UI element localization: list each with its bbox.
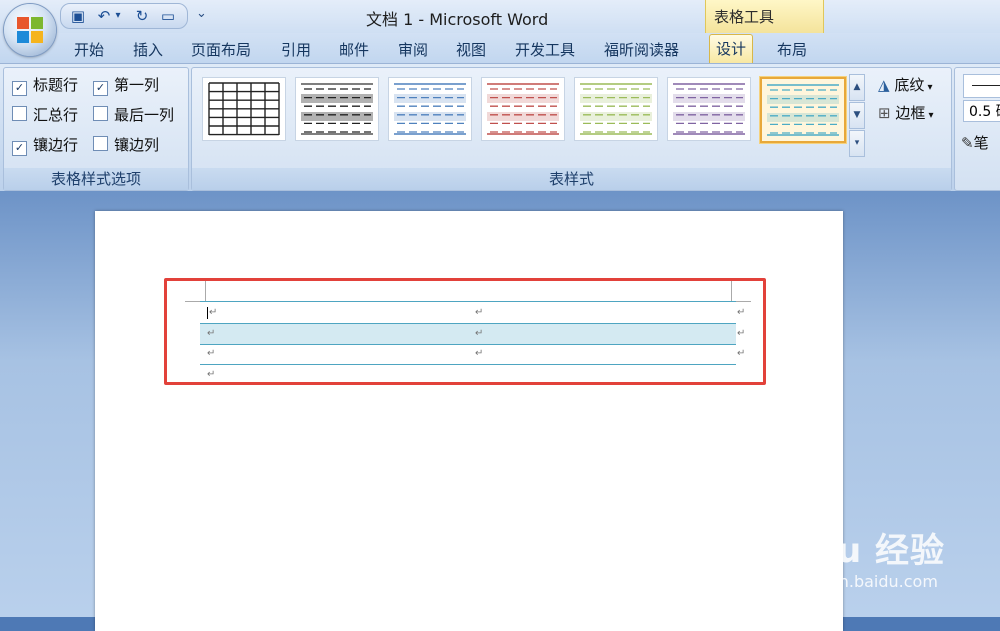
tab-review[interactable]: 审阅 xyxy=(398,38,428,62)
checkbox-checked-icon: ✓ xyxy=(93,81,108,96)
pen-color-button[interactable]: ✎笔 xyxy=(961,132,989,153)
total-row-checkbox[interactable]: 汇总行 xyxy=(12,105,78,125)
checkbox-unchecked-icon xyxy=(12,106,27,121)
table-style-swatch[interactable] xyxy=(295,77,379,141)
tab-mailings[interactable]: 邮件 xyxy=(339,38,369,62)
context-group-label: 表格工具 xyxy=(714,8,775,26)
checkbox-unchecked-icon xyxy=(93,106,108,121)
tab-foxit-reader[interactable]: 福昕阅读器 xyxy=(604,38,679,62)
tab-view[interactable]: 视图 xyxy=(456,38,486,62)
gallery-scroll: ▲ ▼ ▾ xyxy=(849,74,865,157)
line-style-dropdown[interactable] xyxy=(963,74,1000,98)
highlight-box xyxy=(164,278,766,385)
banded-columns-checkbox[interactable]: 镶边列 xyxy=(93,135,159,155)
table-style-swatch[interactable] xyxy=(667,77,751,141)
ribbon-tab-bar: 开始 插入 页面布局 引用 邮件 审阅 视图 开发工具 福昕阅读器 设计 布局 xyxy=(0,33,1000,65)
gallery-down-icon[interactable]: ▼ xyxy=(849,102,865,129)
table-style-preview xyxy=(767,84,839,136)
table-style-options-group: ✓ 标题行 ✓ 第一列 汇总行 最后一列 ✓ 镶边行 镶边列 表格样式选项 xyxy=(3,67,189,191)
line-weight-dropdown[interactable]: 0.5 磅 xyxy=(963,100,1000,122)
print-preview-icon[interactable]: ▭ xyxy=(159,7,177,25)
quick-access-toolbar: ▣ ↶ ▾ ↻ ▭ xyxy=(60,3,188,29)
checkbox-label: 第一列 xyxy=(114,76,160,94)
baidu-watermark: Bai du 经验 jingyan.baidu.com xyxy=(735,523,945,591)
window-title: 文档 1 - Microsoft Word xyxy=(366,10,549,29)
checkbox-label: 镶边列 xyxy=(114,136,160,154)
group-label: 表样式 xyxy=(192,168,951,190)
banded-rows-checkbox[interactable]: ✓ 镶边行 xyxy=(12,135,79,156)
document-area: ↵ ↵ ↵ ↵ ↵ ↵ ↵ ↵ ↵ ↵ Bai du 经验 jingyan.ba… xyxy=(0,191,1000,631)
gallery-up-icon[interactable]: ▲ xyxy=(849,74,865,101)
tab-layout[interactable]: 布局 xyxy=(777,38,807,62)
checkbox-unchecked-icon xyxy=(93,136,108,151)
tab-home[interactable]: 开始 xyxy=(74,38,104,62)
table-style-swatch[interactable] xyxy=(574,77,658,141)
watermark-url: jingyan.baidu.com xyxy=(790,572,938,591)
group-label: 表格样式选项 xyxy=(4,168,188,190)
chevron-down-icon: ▾ xyxy=(925,110,934,121)
tab-design[interactable]: 设计 xyxy=(709,34,754,65)
office-button[interactable] xyxy=(4,4,56,56)
document-page[interactable]: ↵ ↵ ↵ ↵ ↵ ↵ ↵ ↵ ↵ ↵ xyxy=(95,211,843,631)
ribbon: ✓ 标题行 ✓ 第一列 汇总行 最后一列 ✓ 镶边行 镶边列 表格样式选项 ▲ ▼ ▾… xyxy=(0,63,1000,192)
draw-borders-group: 0.5 磅 ✎笔 xyxy=(954,67,1000,191)
context-tab-group: 表格工具 xyxy=(705,0,824,33)
last-column-checkbox[interactable]: 最后一列 xyxy=(93,105,174,125)
gallery-more-icon[interactable]: ▾ xyxy=(849,130,865,157)
shading-label: 底纹 xyxy=(894,76,925,94)
checkbox-label: 标题行 xyxy=(33,76,79,94)
shading-button[interactable]: ◮ 底纹 ▾ xyxy=(878,74,933,95)
undo-icon[interactable]: ↶ xyxy=(95,7,113,25)
pen-label: 笔 xyxy=(973,134,989,152)
table-style-gallery xyxy=(198,73,858,153)
first-column-checkbox[interactable]: ✓ 第一列 xyxy=(93,75,160,96)
table-style-swatch[interactable] xyxy=(388,77,472,141)
tab-insert[interactable]: 插入 xyxy=(133,38,163,62)
borders-icon: ⊞ xyxy=(878,104,891,122)
table-style-preview xyxy=(487,83,559,135)
chevron-down-icon: ▾ xyxy=(924,82,933,93)
table-style-swatch[interactable] xyxy=(202,77,286,141)
tab-references[interactable]: 引用 xyxy=(281,38,311,62)
borders-button[interactable]: ⊞ 边框 ▾ xyxy=(878,102,934,123)
table-style-preview xyxy=(394,83,466,135)
pen-icon: ✎ xyxy=(961,134,974,152)
checkbox-checked-icon: ✓ xyxy=(12,141,27,156)
tab-developer[interactable]: 开发工具 xyxy=(515,38,575,62)
table-style-swatch[interactable] xyxy=(481,77,565,141)
checkbox-checked-icon: ✓ xyxy=(12,81,27,96)
table-style-preview xyxy=(208,82,280,136)
table-styles-group: ▲ ▼ ▾ ◮ 底纹 ▾ ⊞ 边框 ▾ 表样式 xyxy=(191,67,952,191)
tab-page-layout[interactable]: 页面布局 xyxy=(191,38,251,62)
watermark-brand: Bai du 经验 xyxy=(735,531,945,571)
checkbox-label: 汇总行 xyxy=(33,106,79,124)
table-style-preview xyxy=(580,83,652,135)
paint-bucket-icon: ◮ xyxy=(878,76,890,94)
borders-label: 边框 xyxy=(895,104,926,122)
office-logo-icon xyxy=(17,17,43,43)
checkbox-label: 最后一列 xyxy=(114,106,175,124)
title-bar: ▣ ↶ ▾ ↻ ▭ ⌄ 文档 1 - Microsoft Word 表格工具 xyxy=(0,0,1000,33)
undo-dropdown-icon[interactable]: ▾ xyxy=(113,7,123,25)
table-style-preview xyxy=(673,83,745,135)
save-icon[interactable]: ▣ xyxy=(69,7,87,25)
redo-icon[interactable]: ↻ xyxy=(133,7,151,25)
line-style-preview xyxy=(972,85,1000,86)
customize-quick-access-icon[interactable]: ⌄ xyxy=(196,6,207,21)
table-style-preview xyxy=(301,83,373,135)
checkbox-label: 镶边行 xyxy=(33,136,79,154)
table-style-swatch[interactable] xyxy=(760,77,846,143)
header-row-checkbox[interactable]: ✓ 标题行 xyxy=(12,75,79,96)
